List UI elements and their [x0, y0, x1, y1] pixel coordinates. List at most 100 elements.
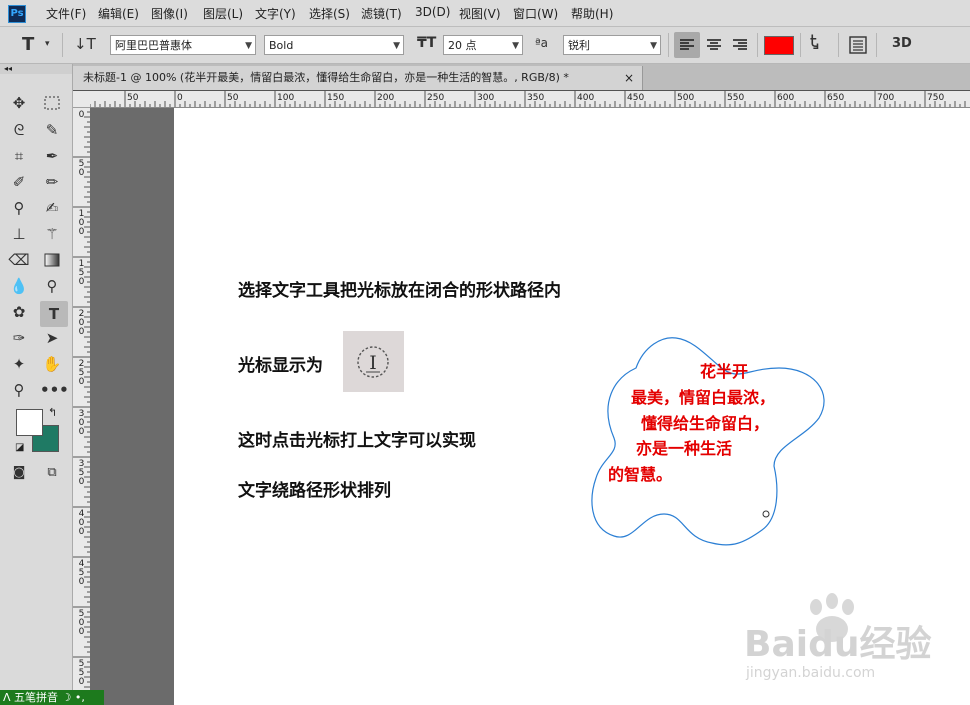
foreground-color-swatch[interactable] [16, 409, 43, 436]
separator [668, 33, 669, 57]
align-center-button[interactable] [701, 32, 727, 58]
horizontal-ruler[interactable]: 50 0 50 100 150 200 250 300 350 400 450 … [90, 91, 970, 108]
ruler-label: 450 [627, 93, 645, 103]
art-history-brush-icon[interactable]: ⚚ [40, 223, 64, 245]
healing-brush-tool-icon[interactable]: ✐ [7, 171, 31, 193]
align-left-button[interactable] [674, 32, 700, 58]
type-path-cursor-icon: I [357, 346, 389, 378]
ruler-label: 400 [78, 509, 85, 537]
baidu-jingyan-watermark: Baidu经验 jingyan.baidu.com [744, 593, 964, 688]
vertical-ruler[interactable]: 0 50 100 150 200 250 300 350 400 450 500… [73, 107, 91, 705]
menu-type[interactable]: 文字(Y) [255, 5, 296, 22]
ruler-label: 50 [227, 93, 239, 103]
antialias-value: 锐利 [568, 39, 590, 52]
watermark-url: jingyan.baidu.com [746, 665, 876, 681]
instruction-line-3: 这时点击光标打上文字可以实现 [238, 431, 476, 451]
svg-text:I: I [369, 352, 377, 374]
options-bar: T ▾ ↓T 阿里巴巴普惠体 ▼ Bold ▼ ₸T 20 点 ▼ ªa 锐利 ▼ Ꮏ … [0, 27, 970, 64]
pen-tool-icon[interactable]: ✑ [7, 327, 31, 349]
3d-button[interactable]: 3D [892, 36, 912, 51]
default-colors-icon[interactable]: ◪ [15, 442, 24, 453]
ruler-label: 150 [78, 259, 85, 287]
stamp-tool-icon[interactable]: ⊥ [7, 223, 31, 245]
chevron-down-icon: ▼ [393, 41, 400, 51]
chevron-down-icon: ▼ [650, 41, 657, 51]
blur-tool-icon[interactable]: 💧 [7, 275, 31, 297]
swap-colors-icon[interactable]: ↰ [48, 406, 57, 419]
ruler-label: 550 [727, 93, 745, 103]
warp-text-icon[interactable]: Ꮏ [810, 32, 819, 52]
marquee-tool-icon[interactable] [40, 92, 64, 114]
menu-window[interactable]: 窗口(W) [513, 5, 558, 22]
ruler-label: 700 [877, 93, 895, 103]
document-tab-bar: 未标题-1 @ 100% (花半开最美，情留白最浓，懂得给生命留白，亦是一种生活… [73, 64, 970, 90]
font-style-select[interactable]: Bold ▼ [264, 35, 404, 55]
menu-3d[interactable]: 3D(D) [415, 5, 450, 19]
ruler-corner [73, 91, 91, 108]
ruler-label: 300 [78, 409, 85, 437]
align-right-icon [733, 39, 747, 50]
character-panel-button[interactable] [848, 35, 868, 55]
hand-tool-icon[interactable]: ✋ [40, 353, 64, 375]
move-tool-icon[interactable]: ✥ [7, 92, 31, 114]
cursor-preview-image: I [343, 331, 404, 392]
shape-text-line-2: 最美，情留白最浓， [631, 388, 776, 407]
text-color-swatch[interactable] [764, 36, 794, 55]
menu-file[interactable]: 文件(F) [46, 5, 86, 22]
eyedropper-tool-icon[interactable]: ✒ [40, 145, 64, 167]
brush-tool-icon[interactable]: ✏ [40, 171, 64, 193]
menu-view[interactable]: 视图(V) [459, 5, 501, 22]
menu-layer[interactable]: 图层(L) [203, 5, 243, 22]
menu-filter[interactable]: 滤镜(T) [361, 5, 402, 22]
quick-mask-icon[interactable]: ◙ [7, 462, 31, 484]
sponge-tool-icon[interactable]: ✿ [7, 301, 31, 323]
type-tool-icon[interactable]: T [40, 301, 68, 327]
custom-shape-tool-icon[interactable]: ✦ [7, 353, 31, 375]
screen-mode-icon[interactable]: ⧉ [40, 462, 64, 484]
gradient-tool-icon[interactable] [40, 249, 64, 271]
shape-text-line-4: 亦是一种生活 [636, 439, 733, 458]
ruler-label: 600 [777, 93, 795, 103]
text-orientation-icon[interactable]: ↓T [74, 35, 96, 53]
document-canvas[interactable]: 选择文字工具把光标放在闭合的形状路径内 光标显示为 I 这时点击光标打上文字可以… [174, 108, 970, 705]
collapse-toolbox-icon[interactable]: ◂◂ [0, 64, 72, 74]
ruler-label: 200 [78, 309, 85, 337]
font-size-select[interactable]: 20 点 ▼ [443, 35, 523, 55]
dodge-tool-icon[interactable]: ⚲ [40, 275, 64, 297]
font-family-select[interactable]: 阿里巴巴普惠体 ▼ [110, 35, 256, 55]
zoom-tool-icon[interactable]: ⚲ [7, 379, 31, 401]
ruler-label: 250 [427, 93, 445, 103]
more-tools-icon[interactable]: ••• [40, 379, 69, 401]
font-size-icon: ₸T [417, 35, 437, 51]
menu-bar: Ps 文件(F) 编辑(E) 图像(I) 图层(L) 文字(Y) 选择(S) 滤… [0, 0, 970, 27]
ruler-label: 200 [377, 93, 395, 103]
ruler-label: 350 [527, 93, 545, 103]
align-right-button[interactable] [727, 32, 753, 58]
menu-image[interactable]: 图像(I) [151, 5, 188, 22]
antialias-icon: ªa [535, 36, 549, 50]
separator [62, 33, 63, 57]
type-tool-preset-icon[interactable]: T [22, 34, 34, 55]
pasteboard [90, 108, 174, 705]
font-family-value: 阿里巴巴普惠体 [115, 39, 192, 52]
path-anchor-point[interactable] [762, 510, 770, 518]
lasso-tool-icon[interactable]: ᘓ [7, 119, 31, 141]
ruler-label: 650 [827, 93, 845, 103]
panels-icon [849, 36, 867, 54]
menu-help[interactable]: 帮助(H) [571, 5, 613, 22]
eraser-tool-icon[interactable]: ⌫ [7, 249, 31, 271]
antialias-select[interactable]: 锐利 ▼ [563, 35, 661, 55]
chevron-down-icon[interactable]: ▾ [45, 39, 50, 49]
menu-select[interactable]: 选择(S) [309, 5, 350, 22]
history-brush-tool-icon[interactable]: ✍ [40, 197, 64, 219]
ruler-label: 350 [78, 459, 85, 487]
document-tab[interactable]: 未标题-1 @ 100% (花半开最美，情留白最浓，懂得给生命留白，亦是一种生活… [73, 66, 643, 90]
menu-edit[interactable]: 编辑(E) [98, 5, 139, 22]
close-tab-icon[interactable]: × [624, 66, 634, 90]
clone-stamp-tool-icon[interactable]: ⚲ [7, 197, 31, 219]
crop-tool-icon[interactable]: ⌗ [7, 145, 31, 167]
quick-select-tool-icon[interactable]: ✎ [40, 119, 64, 141]
ime-status-bar[interactable]: ᐱ 五笔拼音 ☽ •, [0, 690, 104, 705]
path-selection-tool-icon[interactable]: ➤ [40, 327, 64, 349]
instruction-line-4: 文字绕路径形状排列 [238, 481, 391, 501]
